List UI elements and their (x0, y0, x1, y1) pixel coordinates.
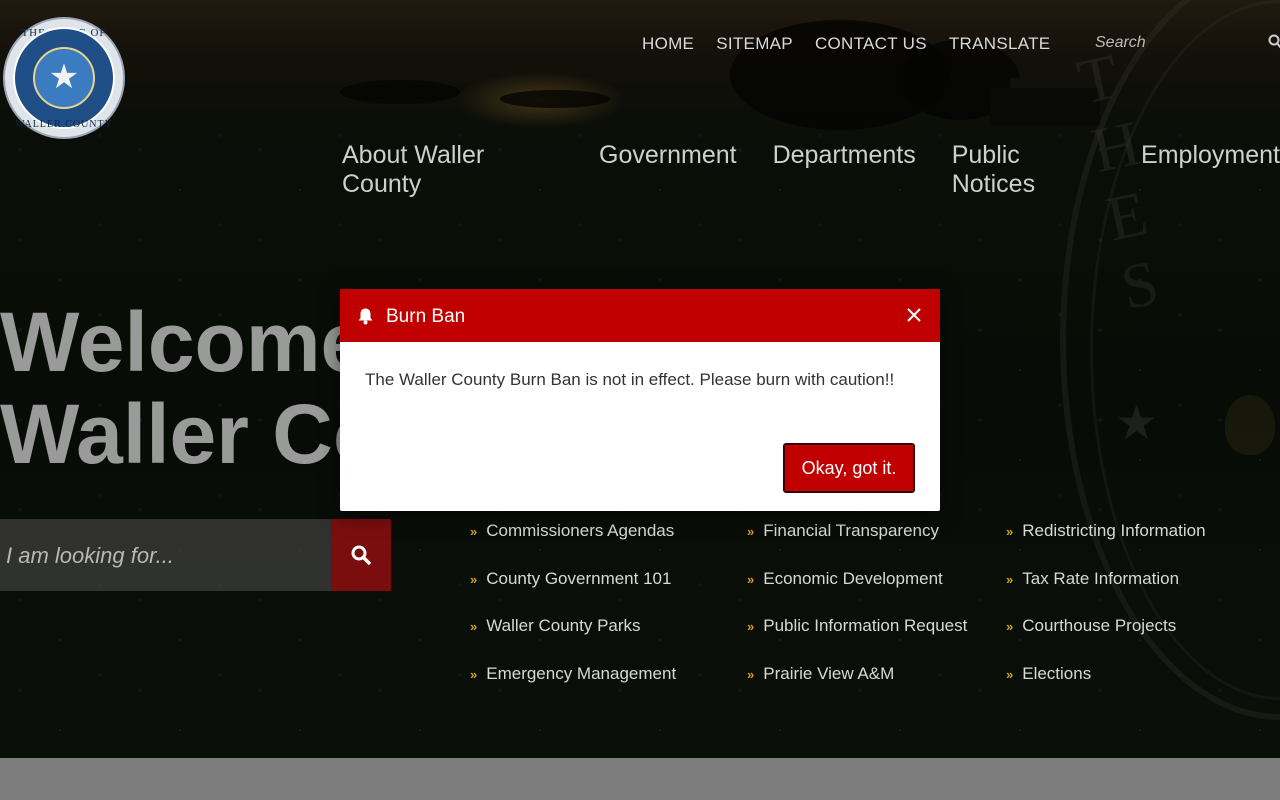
modal-title: Burn Ban (386, 306, 466, 327)
bell-icon (357, 307, 374, 330)
okay-got-it-button[interactable]: Okay, got it. (783, 443, 915, 493)
modal-message: The Waller County Burn Ban is not in eff… (365, 370, 895, 389)
burn-ban-modal: Burn Ban The Waller County Burn Ban is n… (340, 289, 940, 511)
close-icon[interactable] (904, 306, 924, 326)
modal-header: Burn Ban (340, 289, 940, 342)
